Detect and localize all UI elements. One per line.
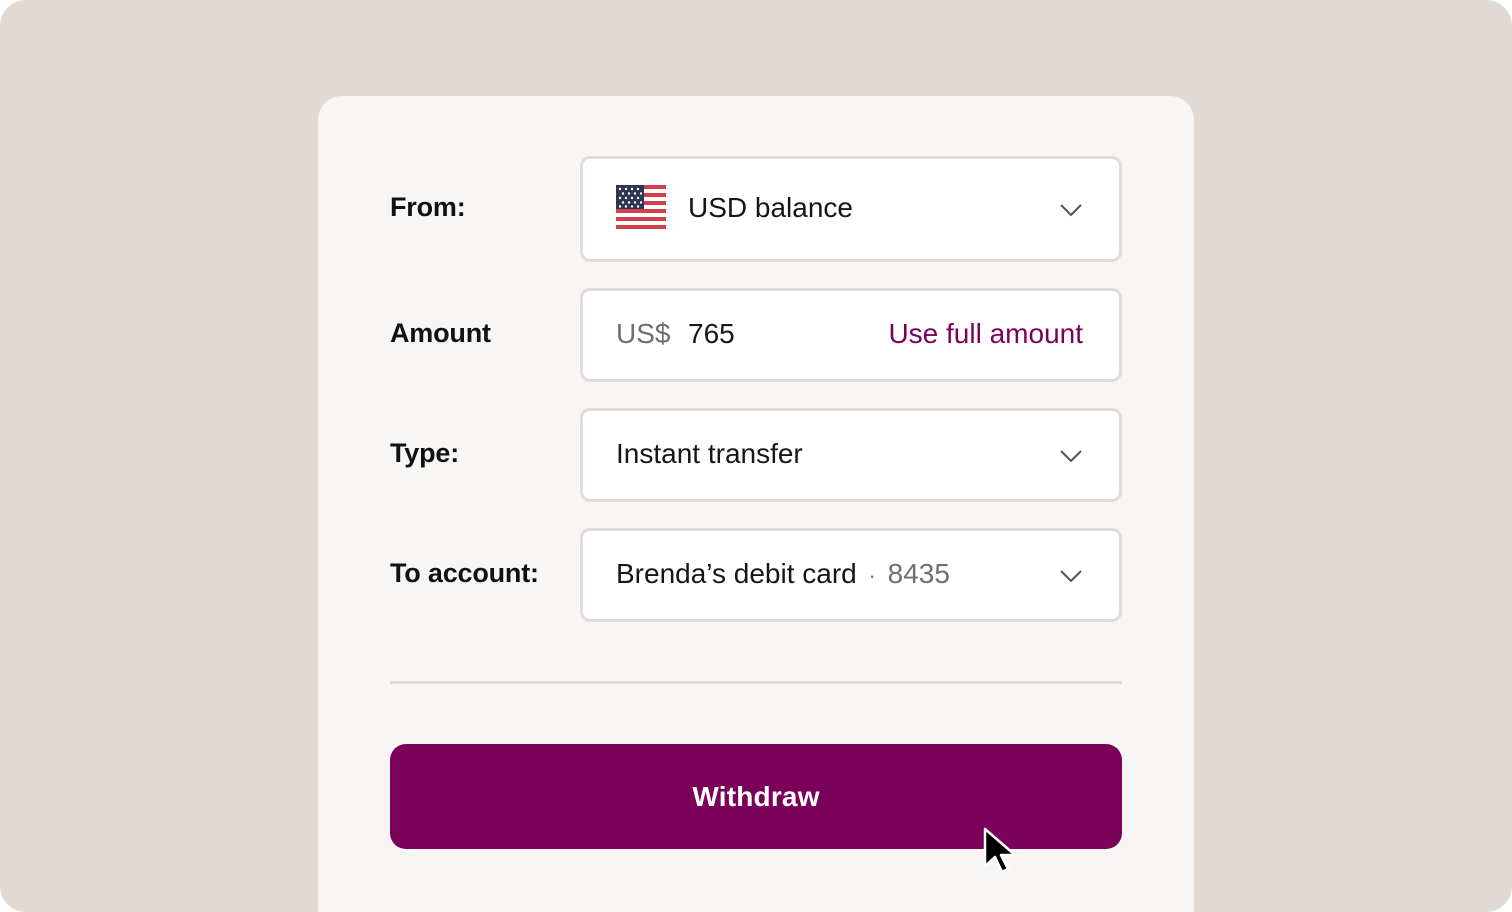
type-select[interactable]: Instant transfer — [580, 408, 1122, 502]
us-flag-icon — [616, 185, 666, 229]
account-separator: · — [868, 563, 876, 588]
withdraw-button-label: Withdraw — [692, 780, 820, 812]
account-name: Brenda’s debit card — [616, 558, 857, 589]
amount-label: Amount — [390, 318, 491, 348]
type-label: Type: — [390, 438, 460, 468]
to-account-label: To account: — [390, 558, 539, 588]
mouse-cursor-icon — [983, 827, 1017, 874]
chevron-down-icon — [1060, 570, 1082, 583]
from-label: From: — [390, 192, 466, 222]
account-last4: 8435 — [887, 558, 950, 589]
app-background: From: USD balance Amount US$ 765 Use ful… — [0, 0, 1512, 912]
amount-input[interactable]: US$ 765 Use full amount — [580, 288, 1122, 382]
chevron-down-icon — [1060, 450, 1082, 463]
to-account-value: Brenda’s debit card · 8435 — [616, 558, 950, 590]
use-full-amount-link[interactable]: Use full amount — [888, 318, 1083, 350]
from-select[interactable]: USD balance — [580, 156, 1122, 262]
divider — [390, 681, 1122, 684]
currency-prefix: US$ — [616, 318, 671, 349]
type-value: Instant transfer — [616, 438, 803, 469]
withdraw-form-card: From: USD balance Amount US$ 765 Use ful… — [318, 96, 1194, 912]
from-value: USD balance — [688, 192, 853, 223]
to-account-select[interactable]: Brenda’s debit card · 8435 — [580, 528, 1122, 622]
amount-value[interactable]: 765 — [688, 318, 735, 350]
chevron-down-icon — [1060, 204, 1082, 217]
